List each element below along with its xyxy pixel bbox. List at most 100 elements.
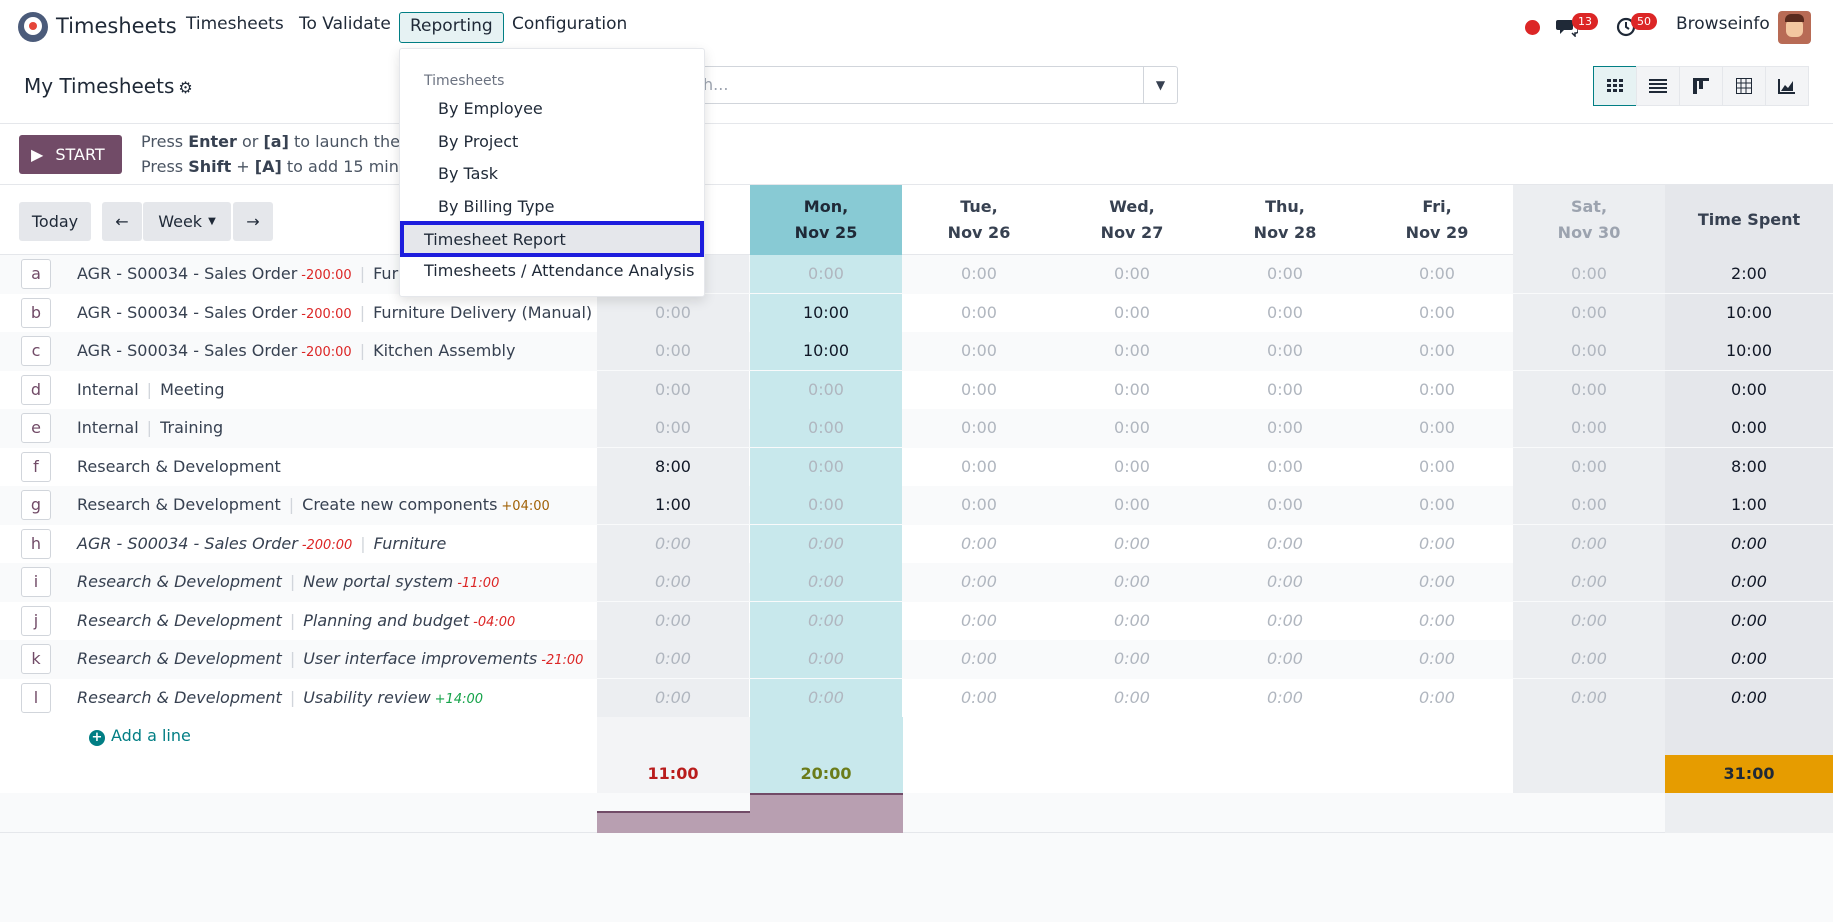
time-cell[interactable]: 0:00 [1209, 255, 1361, 293]
time-cell[interactable]: 0:00 [1513, 255, 1665, 293]
row-shortcut-key[interactable]: b [21, 297, 51, 328]
time-cell[interactable]: 8:00 [597, 447, 749, 486]
row-shortcut-key[interactable]: j [21, 605, 51, 636]
dropdown-item-by-task[interactable]: By Task [438, 164, 498, 183]
row-shortcut-key[interactable]: g [21, 490, 51, 520]
time-cell[interactable]: 0:00 [1209, 640, 1361, 678]
time-cell[interactable]: 0:00 [1361, 486, 1513, 524]
status-dot-icon[interactable] [1525, 20, 1540, 35]
menu-configuration[interactable]: Configuration [512, 14, 627, 34]
time-cell[interactable]: 0:00 [1209, 525, 1361, 563]
time-cell[interactable]: 0:00 [1209, 409, 1361, 447]
time-cell[interactable]: 0:00 [597, 601, 749, 640]
time-cell[interactable]: 0:00 [1361, 602, 1513, 640]
row-shortcut-key[interactable]: k [21, 644, 51, 674]
grid-view-button[interactable] [1593, 66, 1637, 106]
gear-icon[interactable]: ⚙ [178, 78, 192, 97]
time-cell[interactable]: 0:00 [1513, 640, 1665, 678]
time-cell[interactable]: 0:00 [750, 370, 902, 409]
time-cell[interactable]: 0:00 [1513, 293, 1665, 332]
app-logo-icon[interactable] [18, 12, 48, 42]
time-cell[interactable]: 0:00 [1209, 294, 1361, 332]
time-cell[interactable]: 0:00 [1056, 640, 1208, 678]
row-shortcut-key[interactable]: i [21, 567, 51, 597]
next-button[interactable]: → [233, 202, 273, 241]
time-cell[interactable]: 10:00 [750, 332, 902, 370]
time-cell[interactable]: 0:00 [750, 486, 902, 524]
search-bar[interactable]: h... ▼ [690, 66, 1178, 104]
time-cell[interactable]: 0:00 [597, 370, 749, 409]
time-cell[interactable]: 0:00 [1361, 448, 1513, 486]
dropdown-item-by-billing-type[interactable]: By Billing Type [438, 197, 554, 216]
time-cell[interactable]: 0:00 [903, 525, 1055, 563]
time-cell[interactable]: 0:00 [903, 409, 1055, 447]
time-cell[interactable]: 0:00 [1513, 678, 1665, 717]
company-name[interactable]: Browseinfo [1676, 14, 1770, 34]
time-cell[interactable]: 0:00 [1513, 332, 1665, 370]
previous-button[interactable]: ← [102, 202, 142, 241]
time-cell[interactable]: 0:00 [750, 640, 902, 678]
time-cell[interactable]: 0:00 [1513, 601, 1665, 640]
row-shortcut-key[interactable]: a [21, 259, 51, 289]
time-cell[interactable]: 0:00 [597, 332, 749, 370]
time-cell[interactable]: 0:00 [1209, 486, 1361, 524]
time-cell[interactable]: 10:00 [750, 293, 902, 332]
list-view-button[interactable] [1636, 66, 1680, 106]
time-cell[interactable]: 0:00 [1361, 294, 1513, 332]
time-cell[interactable]: 0:00 [1209, 332, 1361, 370]
time-cell[interactable]: 0:00 [1209, 679, 1361, 717]
time-cell[interactable]: 0:00 [1361, 371, 1513, 409]
time-cell[interactable]: 0:00 [1209, 602, 1361, 640]
time-cell[interactable]: 0:00 [597, 678, 749, 717]
time-cell[interactable]: 0:00 [1361, 332, 1513, 370]
add-line-button[interactable]: + Add a line [89, 726, 191, 746]
time-cell[interactable]: 0:00 [1513, 563, 1665, 601]
time-cell[interactable]: 0:00 [750, 255, 902, 293]
time-cell[interactable]: 0:00 [1056, 679, 1208, 717]
time-cell[interactable]: 0:00 [903, 332, 1055, 370]
range-selector[interactable]: Week ▼ [143, 202, 231, 241]
time-cell[interactable]: 0:00 [597, 409, 749, 447]
time-cell[interactable]: 0:00 [1513, 447, 1665, 486]
time-cell[interactable]: 0:00 [1056, 409, 1208, 447]
time-cell[interactable]: 0:00 [903, 679, 1055, 717]
time-cell[interactable]: 0:00 [1056, 525, 1208, 563]
time-cell[interactable]: 0:00 [750, 601, 902, 640]
time-cell[interactable]: 0:00 [1209, 371, 1361, 409]
time-cell[interactable]: 0:00 [750, 447, 902, 486]
time-cell[interactable]: 0:00 [903, 640, 1055, 678]
time-cell[interactable]: 0:00 [1209, 448, 1361, 486]
search-options-toggle[interactable]: ▼ [1143, 67, 1177, 103]
start-timer-button[interactable]: ▶ START [19, 135, 122, 174]
row-shortcut-key[interactable]: c [21, 336, 51, 366]
time-cell[interactable]: 0:00 [1056, 602, 1208, 640]
time-cell[interactable]: 0:00 [903, 602, 1055, 640]
time-cell[interactable]: 0:00 [903, 255, 1055, 293]
row-shortcut-key[interactable]: h [21, 528, 51, 559]
time-cell[interactable]: 0:00 [597, 640, 749, 678]
time-cell[interactable]: 0:00 [1056, 448, 1208, 486]
time-cell[interactable]: 0:00 [1056, 255, 1208, 293]
app-title[interactable]: Timesheets [56, 14, 177, 38]
time-cell[interactable]: 0:00 [903, 486, 1055, 524]
time-cell[interactable]: 1:00 [597, 486, 749, 524]
time-cell[interactable]: 0:00 [597, 293, 749, 332]
row-shortcut-key[interactable]: e [21, 413, 51, 443]
time-cell[interactable]: 0:00 [1056, 563, 1208, 601]
time-cell[interactable]: 0:00 [903, 294, 1055, 332]
pivot-view-button[interactable] [1722, 66, 1766, 106]
time-cell[interactable]: 0:00 [1513, 524, 1665, 563]
time-cell[interactable]: 0:00 [903, 448, 1055, 486]
time-cell[interactable]: 0:00 [1056, 294, 1208, 332]
graph-view-button[interactable] [1765, 66, 1809, 106]
time-cell[interactable]: 0:00 [1361, 563, 1513, 601]
menu-timesheets[interactable]: Timesheets [186, 14, 284, 34]
dropdown-item-by-employee[interactable]: By Employee [438, 99, 543, 118]
time-cell[interactable]: 0:00 [1361, 679, 1513, 717]
time-cell[interactable]: 0:00 [597, 563, 749, 601]
time-cell[interactable]: 0:00 [1209, 563, 1361, 601]
row-shortcut-key[interactable]: d [21, 374, 51, 405]
time-cell[interactable]: 0:00 [1361, 640, 1513, 678]
time-cell[interactable]: 0:00 [1361, 525, 1513, 563]
dropdown-item-by-project[interactable]: By Project [438, 132, 518, 151]
